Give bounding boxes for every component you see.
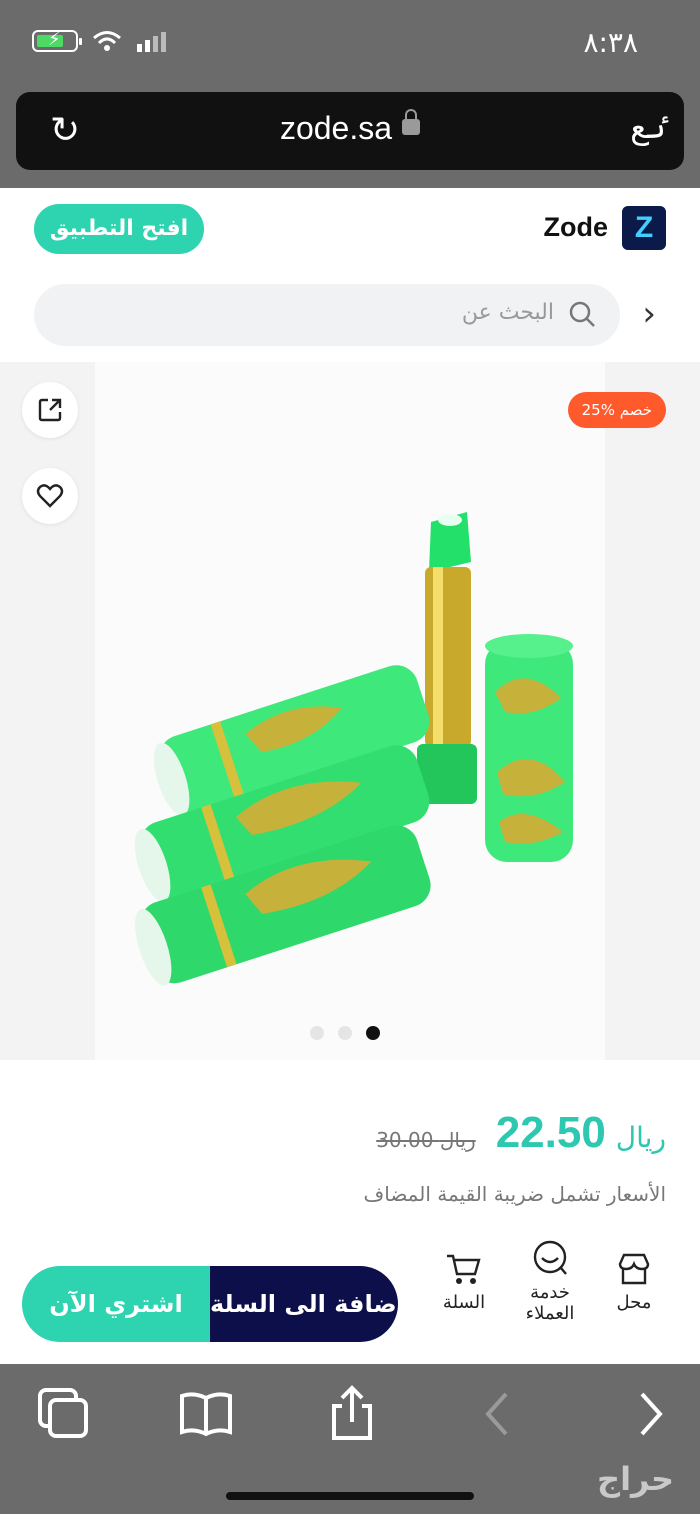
forward-arrow-icon[interactable] bbox=[620, 1384, 680, 1444]
signal-icon bbox=[137, 32, 166, 52]
customer-service-label: خدمة العملاء bbox=[525, 1282, 575, 1324]
status-bar: ⚡ ٨:٣٨ bbox=[0, 0, 700, 88]
store-icon bbox=[618, 1253, 650, 1285]
watermark: حراج bbox=[597, 1460, 674, 1498]
back-chevron-icon[interactable]: › bbox=[642, 294, 656, 334]
bottom-action-bar: محل خدمة العملاء السلة اشتري الآن إضافة … bbox=[0, 1240, 700, 1364]
open-app-button[interactable]: افتح التطبيق bbox=[34, 204, 204, 254]
price-line: ريال 22.50 ريال 30.00 bbox=[376, 1108, 666, 1158]
wifi-icon bbox=[93, 31, 121, 51]
price-currency: ريال bbox=[615, 1121, 666, 1154]
chat-icon bbox=[533, 1240, 567, 1275]
discount-badge: خصم %25 bbox=[567, 392, 666, 428]
old-price-currency: ريال bbox=[439, 1128, 476, 1152]
product-image[interactable] bbox=[95, 362, 605, 1060]
cart-label: السلة bbox=[442, 1292, 486, 1313]
search-placeholder: البحث عن bbox=[461, 300, 554, 325]
carousel-dot-active[interactable] bbox=[366, 1026, 380, 1040]
back-arrow-icon[interactable] bbox=[468, 1384, 528, 1444]
old-price-value: 30.00 bbox=[376, 1128, 434, 1152]
search-icon bbox=[569, 301, 595, 327]
carousel-dot[interactable] bbox=[338, 1026, 352, 1040]
address-bar[interactable]: ↻ zode.sa ٸع bbox=[16, 92, 684, 170]
heart-icon bbox=[36, 484, 64, 508]
add-to-cart-button[interactable]: إضافة الى السلة bbox=[210, 1266, 398, 1342]
current-price: 22.50 bbox=[495, 1108, 606, 1157]
text-size-button[interactable]: ٸع bbox=[630, 108, 666, 146]
purchase-buttons: اشتري الآن إضافة الى السلة bbox=[22, 1266, 398, 1342]
status-icons: ⚡ bbox=[32, 29, 168, 52]
screen: ⚡ ٨:٣٨ ↻ zode.sa ٸع Z Zode افتح التطبيق … bbox=[0, 0, 700, 1514]
product-gallery[interactable]: خصم %25 bbox=[0, 362, 700, 1060]
brand-name[interactable]: Zode bbox=[544, 212, 609, 243]
url-text: zode.sa bbox=[279, 110, 393, 146]
search-input[interactable]: البحث عن bbox=[34, 284, 620, 346]
buy-now-button[interactable]: اشتري الآن bbox=[22, 1266, 210, 1342]
zode-logo[interactable]: Z bbox=[622, 206, 666, 250]
site-header: Z Zode افتح التطبيق bbox=[0, 188, 700, 274]
old-price: ريال 30.00 bbox=[376, 1128, 475, 1152]
search-row: › البحث عن bbox=[0, 282, 700, 350]
bookmarks-icon[interactable] bbox=[176, 1384, 236, 1444]
tabs-icon[interactable] bbox=[34, 1384, 94, 1444]
browser-toolbar: حراج bbox=[0, 1364, 700, 1514]
favorite-button[interactable] bbox=[22, 468, 78, 524]
store-button[interactable]: محل bbox=[594, 1252, 674, 1313]
share-icon bbox=[38, 398, 62, 422]
customer-service-button[interactable]: خدمة العملاء bbox=[510, 1240, 590, 1324]
vat-note: الأسعار تشمل ضريبة القيمة المضاف bbox=[363, 1182, 666, 1206]
home-indicator[interactable] bbox=[226, 1492, 474, 1500]
status-time: ٨:٣٨ bbox=[583, 26, 638, 59]
store-label: محل bbox=[616, 1292, 652, 1313]
web-page: Z Zode افتح التطبيق › البحث عن خصم %25 ر… bbox=[0, 188, 700, 1364]
cart-button[interactable]: السلة bbox=[424, 1252, 504, 1313]
carousel-dots[interactable] bbox=[310, 1026, 380, 1040]
lock-icon bbox=[402, 108, 421, 135]
lipstick-illustration bbox=[134, 512, 573, 986]
share-page-icon[interactable] bbox=[322, 1384, 382, 1444]
carousel-dot[interactable] bbox=[310, 1026, 324, 1040]
cart-icon bbox=[447, 1254, 481, 1284]
share-button[interactable] bbox=[22, 382, 78, 438]
url-display[interactable]: zode.sa bbox=[16, 108, 684, 147]
battery-icon: ⚡ bbox=[32, 29, 82, 52]
price-area: ريال 22.50 ريال 30.00 الأسعار تشمل ضريبة… bbox=[0, 1078, 700, 1218]
